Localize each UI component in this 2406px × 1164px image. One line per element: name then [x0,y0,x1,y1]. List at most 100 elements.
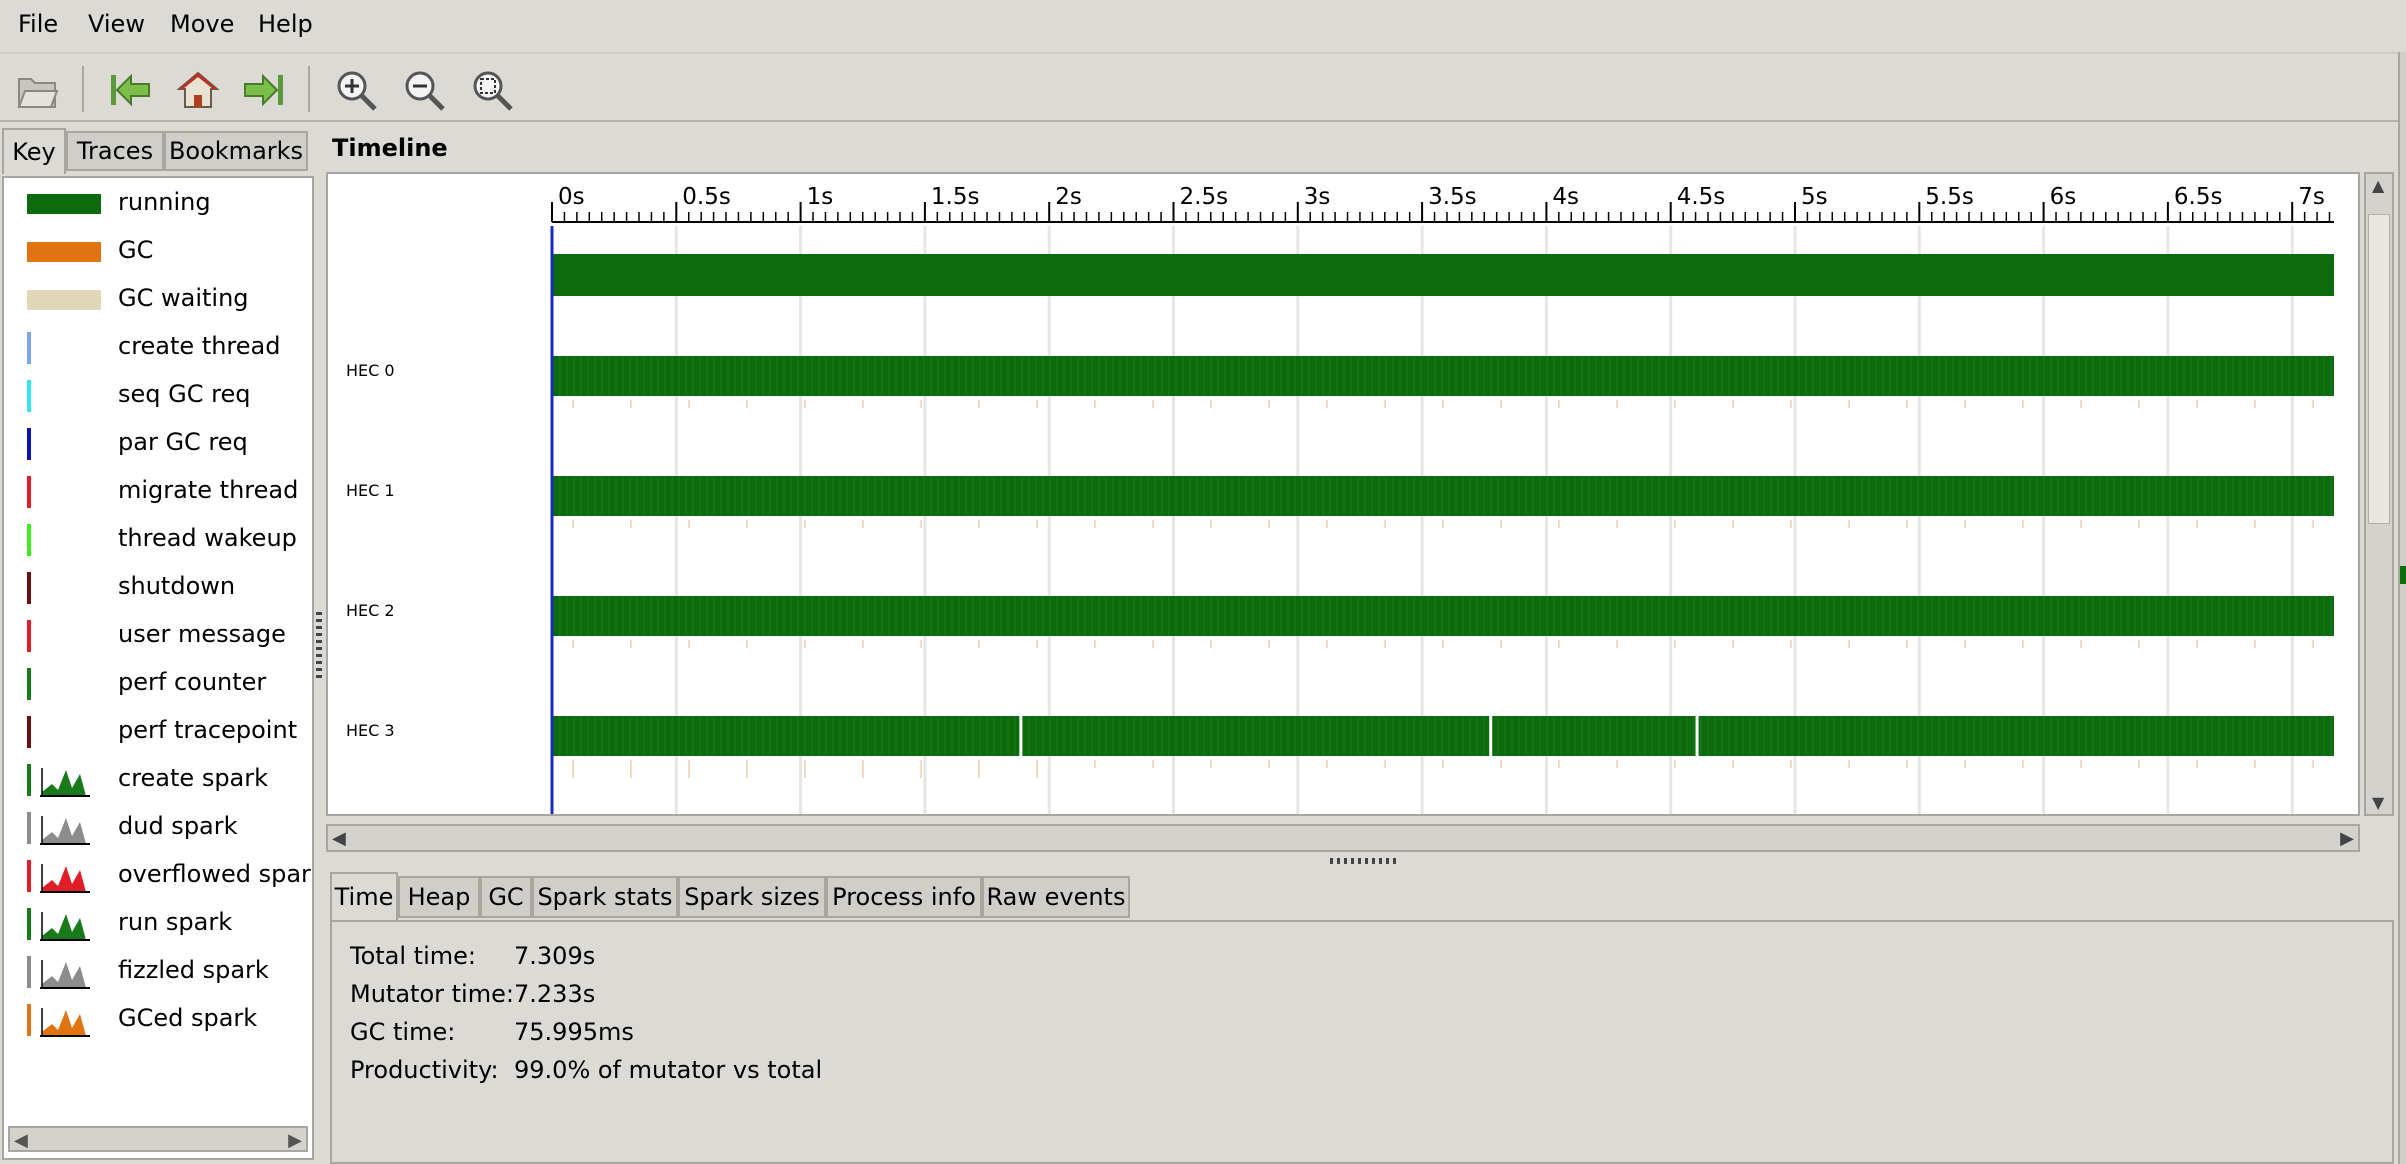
scroll-right-icon[interactable]: ▶ [2340,828,2354,849]
running-stripe [1350,716,1352,756]
gc-mark [2022,520,2024,528]
open-icon[interactable] [12,64,64,116]
menu-move[interactable]: Move [170,10,234,38]
running-stripe [1301,716,1303,756]
zoom-fit-icon[interactable] [466,64,518,116]
running-stripe [1336,596,1338,636]
running-stripe [1014,356,1016,396]
zoom-in-icon[interactable] [330,64,382,116]
tab-raw-events[interactable]: Raw events [982,876,1130,918]
menu-help[interactable]: Help [258,10,313,38]
running-stripe [587,596,589,636]
running-stripe [657,596,659,636]
running-stripe [1343,356,1345,396]
jump-end-icon[interactable] [238,64,290,116]
running-stripe [937,596,939,636]
tab-heap[interactable]: Heap [398,876,480,918]
running-stripe [2001,476,2003,516]
scroll-up-icon[interactable]: ▲ [2372,176,2384,195]
mutator-time-value[interactable]: 7.233s [514,980,595,1008]
gc-mark [1500,640,1502,648]
pane-splitter-handle[interactable] [1330,858,1400,864]
running-stripe [902,356,904,396]
running-stripe [1693,476,1695,516]
running-stripe [2141,596,2143,636]
scroll-right-icon[interactable]: ▶ [288,1130,302,1151]
scrollbar-thumb[interactable] [2368,214,2390,524]
gc-mark [2138,520,2140,528]
running-stripe [727,356,729,396]
tab-spark-stats[interactable]: Spark stats [532,876,678,918]
tab-traces[interactable]: Traces [66,131,164,171]
running-stripe [629,356,631,396]
zoom-out-icon[interactable] [398,64,450,116]
running-stripe [1868,716,1870,756]
tab-process-info[interactable]: Process info [826,876,982,918]
running-stripe [601,476,603,516]
running-stripe [1917,356,1919,396]
running-stripe [1973,356,1975,396]
gc-mark [572,760,574,778]
running-stripe [1721,716,1723,756]
gc-mark [688,400,690,408]
running-stripe [860,596,862,636]
running-stripe [1483,476,1485,516]
running-stripe [783,476,785,516]
running-stripe [1868,596,1870,636]
running-stripe [1231,596,1233,636]
menu-file[interactable]: File [18,10,58,38]
running-stripe [2232,356,2234,396]
running-stripe [2155,476,2157,516]
jump-start-icon[interactable] [104,64,156,116]
productivity-value[interactable]: 99.0% of mutator vs total [514,1056,822,1084]
running-stripe [937,476,939,516]
running-stripe [1903,716,1905,756]
tick-label: 4.5s [1677,184,1726,210]
scroll-left-icon[interactable]: ◀ [14,1130,28,1151]
running-stripe [1273,716,1275,756]
running-stripe [2099,596,2101,636]
running-stripe [2162,476,2164,516]
running-stripe [748,716,750,756]
running-stripe [692,356,694,396]
key-label: fizzled spark [118,956,269,984]
running-stripe [1035,476,1037,516]
running-stripe [1910,716,1912,756]
gc-time-value[interactable]: 75.995ms [514,1018,634,1046]
timeline-vertical-scrollbar[interactable]: ▲ ▼ [2364,172,2394,816]
timeline-horizontal-scrollbar[interactable]: ◀ ▶ [326,824,2360,852]
running-stripe [1161,716,1163,756]
running-stripe [1567,356,1569,396]
tab-key[interactable]: Key [2,128,66,174]
running-stripe [2246,476,2248,516]
running-stripe [839,476,841,516]
running-stripe [2197,596,2199,636]
tab-gc[interactable]: GC [480,876,532,918]
timeline-canvas[interactable]: 0s 0.5s 1s 1.5s 2s 2.5s 3s 3.5s 4s 4.5s 5s 5.5s 6s 6.… [326,172,2360,816]
running-stripe [1245,716,1247,756]
tab-bookmarks[interactable]: Bookmarks [164,131,308,171]
menu-view[interactable]: View [88,10,145,38]
key-label: perf counter [118,668,267,696]
running-stripe [1742,596,1744,636]
scroll-left-icon[interactable]: ◀ [332,828,346,849]
running-stripe [2176,476,2178,516]
home-icon[interactable] [172,64,224,116]
total-time-value[interactable]: 7.309s [514,942,595,970]
pane-splitter-handle[interactable] [316,612,322,682]
key-horizontal-scrollbar[interactable]: ◀ ▶ [8,1126,308,1152]
running-stripe [1700,596,1702,636]
running-stripe [1700,716,1702,756]
running-stripe [2218,716,2220,756]
scroll-down-icon[interactable]: ▼ [2372,793,2384,812]
running-stripe [846,716,848,756]
running-stripe [860,716,862,756]
running-stripe [1588,716,1590,756]
running-stripe [629,716,631,756]
running-stripe [1119,476,1121,516]
tab-time[interactable]: Time [330,872,398,920]
running-stripe [846,356,848,396]
running-stripe [1455,716,1457,756]
running-stripe [1448,716,1450,756]
tab-spark-sizes[interactable]: Spark sizes [678,876,826,918]
